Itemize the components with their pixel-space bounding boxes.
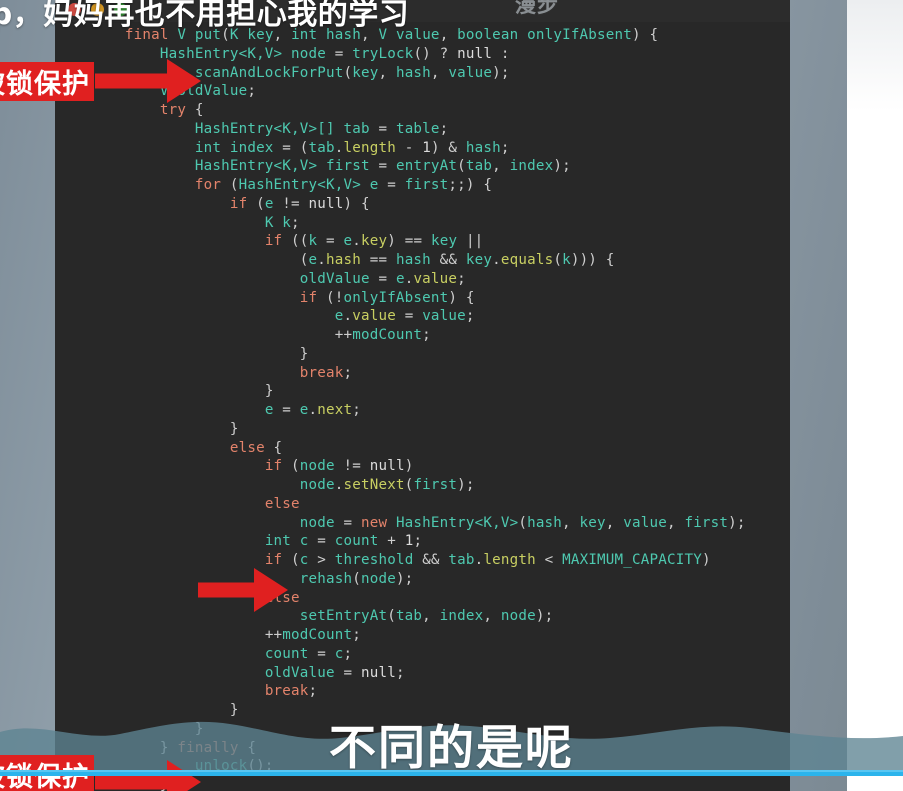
right-white-panel: [847, 0, 903, 791]
window-ghost-title: 漫步: [515, 0, 559, 17]
video-progress-bar[interactable]: [0, 770, 903, 776]
top-caption-text: ap，妈妈再也不用担心我的学习: [0, 0, 410, 32]
screenshot-stage: final V put(K key, int hash, V value, bo…: [0, 0, 903, 791]
arrow-head: [254, 568, 288, 612]
arrow-shaft: [198, 582, 256, 598]
source-code-block: final V put(K key, int hash, V value, bo…: [55, 27, 746, 791]
progress-highlight: [0, 770, 903, 772]
arrow-shaft: [95, 73, 169, 89]
video-subtitle: 不同的是呢: [329, 721, 574, 776]
code-editor-window: final V put(K key, int hash, V value, bo…: [55, 0, 790, 791]
arrow-shaft: [95, 774, 169, 790]
annotation-badge-lock-top: 被锁保护: [0, 62, 94, 101]
arrow-head: [167, 59, 201, 103]
